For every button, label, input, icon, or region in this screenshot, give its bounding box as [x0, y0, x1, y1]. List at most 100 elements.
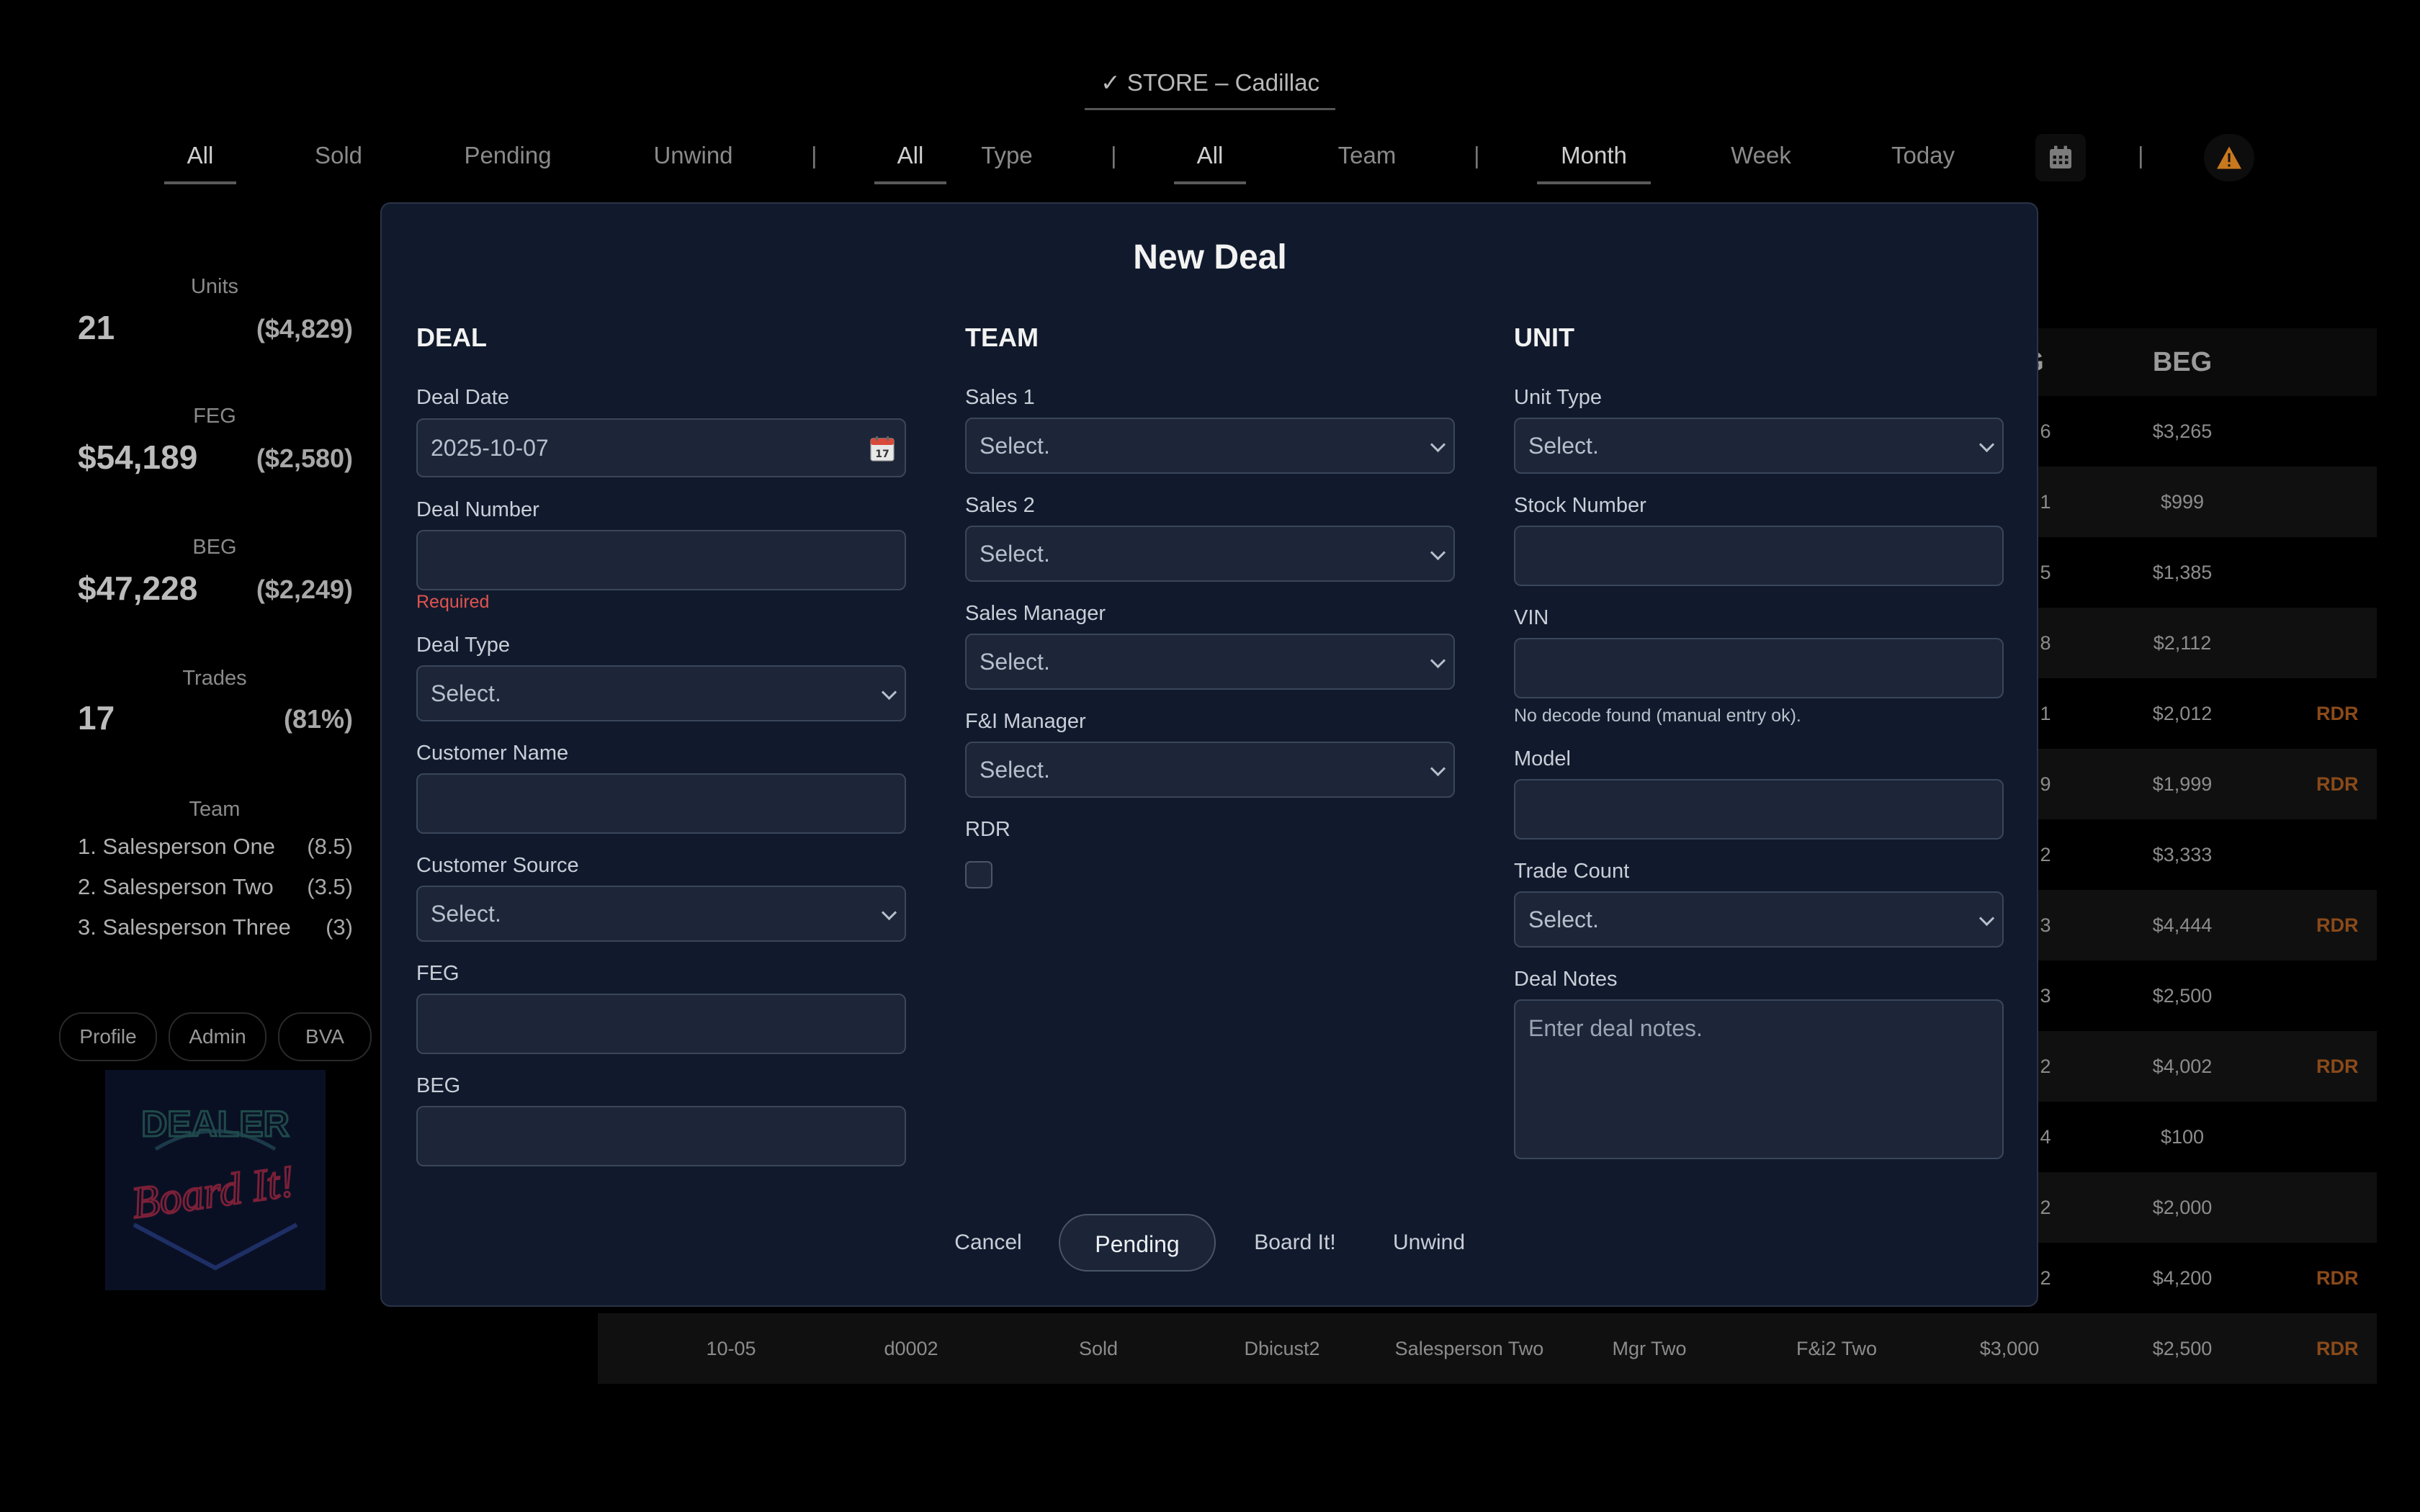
sales-manager-value: Select. [980, 648, 1050, 675]
deal-type-select[interactable]: Select. [416, 665, 906, 721]
fi-manager-value: Select. [980, 756, 1050, 783]
beg-input-label: BEG [416, 1074, 461, 1097]
calendar-icon[interactable]: 17 [870, 436, 895, 467]
table-row[interactable]: 10-05 d0002 Sold Dbicust2 Salesperson Tw… [598, 1313, 2377, 1384]
trade-count-select[interactable]: Select. [1514, 891, 2004, 948]
chevron-down-icon [1430, 760, 1446, 777]
sales2-value: Select. [980, 540, 1050, 567]
filter-status-unwind[interactable]: Unwind [641, 137, 745, 181]
filter-type-all[interactable]: All [874, 137, 946, 184]
customer-name-input[interactable] [416, 773, 906, 834]
team-section-heading: TEAM [965, 323, 1039, 352]
table-cell-status: Sold [1078, 1338, 1119, 1359]
table-cell-salesperson: Salesperson Two [1394, 1338, 1544, 1359]
units-label: Units [190, 275, 239, 298]
filter-separator: | [1474, 142, 1480, 168]
chevron-down-icon [1430, 544, 1446, 561]
sales1-value: Select. [980, 432, 1050, 459]
table-cell-rdr: RDR [2316, 1338, 2359, 1359]
table-cell-beg: $100 [2160, 1126, 2205, 1148]
unwind-button[interactable]: Unwind [1379, 1214, 1479, 1272]
beg-sub: ($2,249) [256, 575, 353, 604]
feg-input-label: FEG [416, 962, 460, 985]
team-item-name: 1. Salesperson One [78, 834, 276, 859]
table-cell-beg: $999 [2160, 491, 2205, 513]
team-item-value: (3) [326, 914, 353, 940]
feg-value: $54,189 [78, 438, 198, 476]
unit-type-select[interactable]: Select. [1514, 418, 2004, 474]
modal-title: New Deal [1133, 238, 1287, 276]
trade-count-value: Select. [1528, 906, 1599, 932]
filter-type[interactable]: Type [972, 137, 1041, 181]
unit-type-label: Unit Type [1514, 386, 1602, 409]
feg-input[interactable] [416, 994, 906, 1054]
model-input[interactable] [1514, 779, 2004, 840]
customer-source-label: Customer Source [416, 854, 579, 877]
team-item-name: 2. Salesperson Two [78, 874, 274, 899]
bva-button[interactable]: BVA [278, 1012, 372, 1061]
deal-date-input[interactable]: 2025-10-07 17 [416, 418, 906, 477]
fi-manager-label: F&I Manager [965, 710, 1086, 733]
sales2-select[interactable]: Select. [965, 526, 1455, 582]
sales-manager-select[interactable]: Select. [965, 634, 1455, 690]
deal-notes-label: Deal Notes [1514, 968, 1618, 991]
filter-period-today[interactable]: Today [1880, 137, 1966, 181]
trade-count-label: Trade Count [1514, 860, 1630, 883]
table-cell-beg: $4,444 [2152, 914, 2213, 936]
vin-input[interactable] [1514, 638, 2004, 698]
filter-separator: | [811, 142, 817, 168]
filter-status-all[interactable]: All [164, 137, 236, 184]
store-selector[interactable]: ✓ STORE – Cadillac [1085, 65, 1335, 110]
stock-number-input[interactable] [1514, 526, 2004, 586]
table-cell-rdr: RDR [2316, 773, 2359, 795]
table-cell-beg: $1,999 [2152, 773, 2213, 795]
filter-period-week[interactable]: Week [1721, 137, 1801, 181]
profile-button[interactable]: Profile [59, 1012, 157, 1061]
filter-status-sold[interactable]: Sold [302, 137, 375, 181]
deal-notes-textarea[interactable]: Enter deal notes. [1514, 999, 2004, 1159]
table-cell-rdr: RDR [2316, 1056, 2359, 1077]
units-sub: ($4,829) [256, 314, 353, 343]
filter-team[interactable]: Team [1325, 137, 1409, 181]
sales1-label: Sales 1 [965, 386, 1035, 409]
table-header-beg: BEG [2152, 347, 2213, 377]
feg-sub: ($2,580) [256, 444, 353, 473]
beg-input[interactable] [416, 1106, 906, 1166]
table-cell-deal-number: d0002 [884, 1338, 938, 1359]
sales-manager-label: Sales Manager [965, 602, 1106, 625]
table-cell-beg: $2,500 [2152, 1338, 2213, 1359]
table-cell-rdr: RDR [2316, 1267, 2359, 1289]
svg-text:DEALER: DEALER [141, 1104, 290, 1144]
table-cell-fi: F&i2 Two [1796, 1338, 1878, 1359]
unit-section-heading: UNIT [1514, 323, 1574, 352]
deal-number-input[interactable] [416, 530, 906, 590]
table-cell-beg: $1,385 [2152, 562, 2213, 583]
rdr-checkbox[interactable] [965, 861, 992, 888]
sales2-label: Sales 2 [965, 494, 1035, 517]
deal-notes-placeholder: Enter deal notes. [1528, 1015, 1703, 1041]
deal-section-heading: DEAL [416, 323, 487, 352]
filter-status-pending[interactable]: Pending [454, 137, 562, 181]
customer-source-select[interactable]: Select. [416, 886, 906, 942]
vin-decode-hint: No decode found (manual entry ok). [1514, 706, 1801, 726]
vin-label: VIN [1514, 606, 1549, 629]
team-item-value: (8.5) [307, 834, 353, 859]
calendar-button[interactable] [2035, 134, 2086, 181]
table-cell-beg: $2,500 [2152, 985, 2213, 1007]
warning-icon [2217, 146, 2241, 169]
table-cell-beg: $4,200 [2152, 1267, 2213, 1289]
table-cell-beg: $2,012 [2152, 703, 2213, 724]
chevron-down-icon [1430, 436, 1446, 453]
table-cell-rdr: RDR [2316, 914, 2359, 936]
filter-team-all[interactable]: All [1174, 137, 1246, 184]
cancel-button[interactable]: Cancel [936, 1214, 1040, 1272]
warning-button[interactable] [2204, 134, 2254, 181]
beg-value: $47,228 [78, 570, 198, 607]
admin-button[interactable]: Admin [169, 1012, 266, 1061]
board-it-button[interactable]: Board It! [1239, 1214, 1351, 1272]
calendar-icon [2050, 145, 2071, 168]
sales1-select[interactable]: Select. [965, 418, 1455, 474]
filter-period-month[interactable]: Month [1537, 137, 1651, 184]
pending-button[interactable]: Pending [1059, 1214, 1216, 1272]
fi-manager-select[interactable]: Select. [965, 742, 1455, 798]
